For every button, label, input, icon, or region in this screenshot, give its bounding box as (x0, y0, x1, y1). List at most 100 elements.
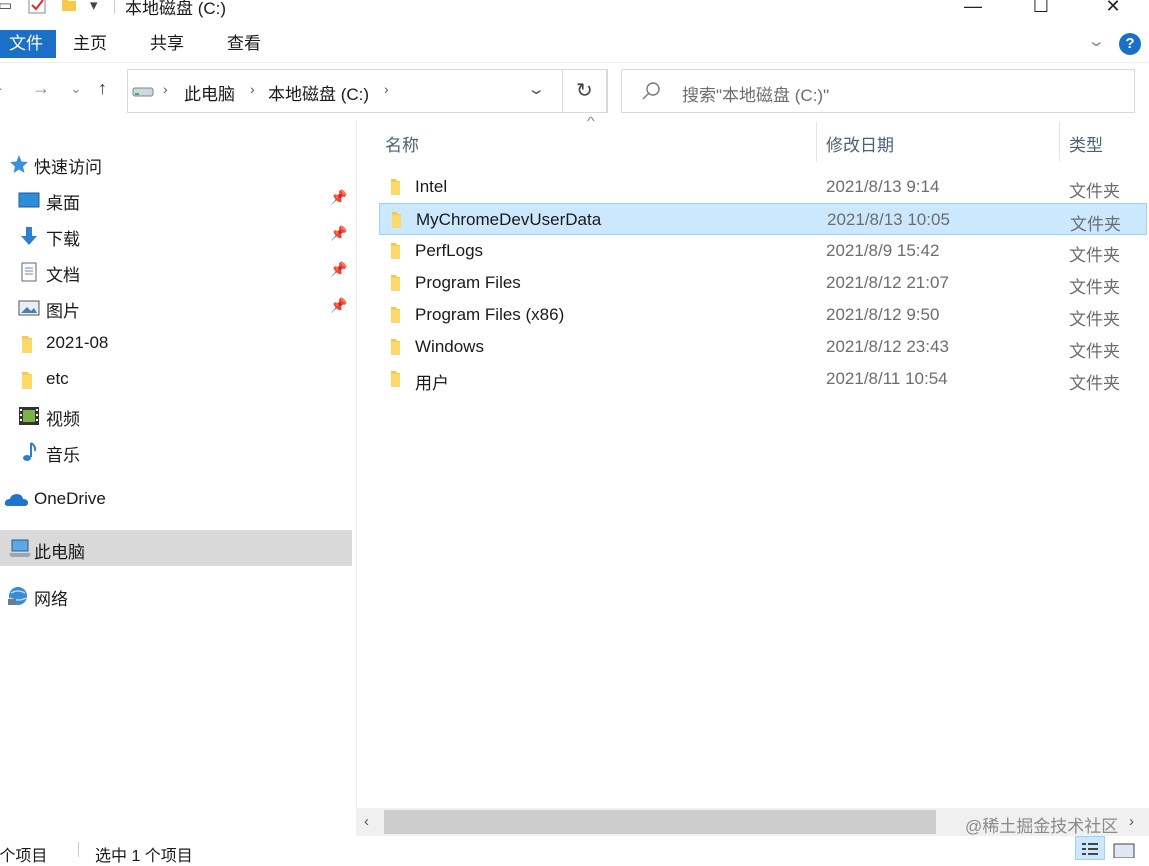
column-separator[interactable] (816, 122, 817, 162)
help-button[interactable]: ? (1119, 33, 1141, 55)
folder-icon (387, 337, 407, 357)
table-row[interactable]: Program Files 2021/8/12 21:07 文件夹 (379, 267, 1147, 299)
file-date: 2021/8/13 9:14 (826, 177, 940, 196)
table-row[interactable]: Program Files (x86) 2021/8/12 9:50 文件夹 (379, 299, 1147, 331)
title-separator (114, 0, 115, 14)
status-item-count: 7 个项目 (0, 848, 48, 865)
file-type: 文件夹 (1069, 278, 1120, 297)
customize-dropdown-icon[interactable]: ▾ (90, 0, 98, 14)
sidebar-item-downloads[interactable]: 下载 📌 (0, 219, 352, 253)
document-icon (18, 261, 40, 283)
sidebar-item-label: 视频 (46, 410, 80, 429)
forward-arrow-icon[interactable]: → (32, 78, 50, 99)
breadcrumb-chevron-icon[interactable]: › (250, 81, 255, 97)
table-row[interactable]: Windows 2021/8/12 23:43 文件夹 (379, 331, 1147, 363)
address-divider (562, 69, 563, 113)
status-divider (78, 842, 79, 857)
details-view-button[interactable] (1075, 836, 1105, 860)
cloud-icon (4, 489, 29, 511)
computer-icon (8, 537, 31, 559)
file-type: 文件夹 (1069, 342, 1120, 361)
sidebar-item-label: 此电脑 (34, 543, 85, 562)
sidebar-item-label: 文档 (46, 266, 80, 285)
sidebar-item-documents[interactable]: 文档 📌 (0, 255, 352, 289)
sidebar-item-quick-access[interactable]: 快速访问 (0, 147, 352, 181)
column-header-type[interactable]: 类型 (1069, 131, 1103, 156)
sidebar-item-network[interactable]: 网络 (0, 579, 352, 613)
table-row[interactable]: 用户 2021/8/11 10:54 文件夹 (379, 363, 1147, 395)
file-date: 2021/8/12 21:07 (826, 273, 949, 292)
table-row[interactable]: MyChromeDevUserData 2021/8/13 10:05 文件夹 (379, 203, 1147, 235)
sidebar-item-label: 下载 (46, 230, 80, 249)
sidebar-item-this-pc[interactable]: 此电脑 (0, 530, 352, 566)
pane-divider[interactable] (356, 120, 357, 837)
file-type: 文件夹 (1069, 374, 1120, 393)
sidebar-item-label: 2021-08 (46, 333, 109, 352)
pin-icon[interactable]: 📌 (330, 225, 347, 242)
up-arrow-icon[interactable]: ↑ (98, 78, 107, 99)
close-button[interactable]: ✕ (1090, 0, 1136, 20)
tab-home[interactable]: 主页 (73, 30, 107, 58)
refresh-button[interactable]: ↻ (576, 78, 593, 103)
scrollbar-thumb[interactable] (384, 810, 936, 834)
sidebar-item-etc[interactable]: etc (0, 363, 352, 397)
breadcrumb-this-pc[interactable]: 此电脑 (184, 80, 235, 105)
sidebar-item-label: 网络 (34, 590, 68, 609)
breadcrumb-chevron-icon[interactable]: › (163, 81, 168, 97)
ribbon-divider (0, 62, 1149, 63)
status-selected-count: 选中 1 个项目 (95, 848, 193, 865)
file-type: 文件夹 (1069, 246, 1120, 265)
sidebar-item-2021-08[interactable]: 2021-08 (0, 327, 352, 361)
column-header-name[interactable]: 名称 (385, 131, 419, 156)
sidebar-item-videos[interactable]: 视频 (0, 399, 352, 433)
column-header-date[interactable]: 修改日期 (826, 131, 894, 156)
breadcrumb-chevron-icon[interactable]: › (384, 81, 389, 97)
folder-icon (18, 369, 40, 391)
file-name: PerfLogs (415, 241, 484, 260)
network-icon (6, 585, 28, 607)
quick-access-icon[interactable]: ▭ (0, 0, 12, 14)
breadcrumb-local-disk[interactable]: 本地磁盘 (C:) (268, 80, 369, 105)
file-type: 文件夹 (1069, 182, 1120, 201)
details-view-icon (1082, 843, 1098, 855)
column-separator[interactable] (1059, 122, 1060, 162)
maximize-button[interactable]: ☐ (1018, 0, 1064, 20)
folder-icon[interactable] (60, 0, 78, 18)
back-arrow-icon[interactable]: ‐ (0, 78, 2, 99)
file-date: 2021/8/12 23:43 (826, 337, 949, 356)
minimize-button[interactable]: — (950, 0, 996, 20)
sidebar-item-music[interactable]: 音乐 (0, 435, 352, 469)
expand-ribbon-icon[interactable]: ⌄ (1087, 32, 1106, 50)
picture-icon (18, 297, 40, 319)
search-input[interactable]: 搜索"本地磁盘 (C:)" (682, 81, 829, 106)
tab-share[interactable]: 共享 (150, 30, 184, 58)
video-icon (18, 405, 40, 427)
file-type: 文件夹 (1070, 215, 1121, 234)
sidebar-item-label: 音乐 (46, 446, 80, 465)
table-row[interactable]: PerfLogs 2021/8/9 15:42 文件夹 (379, 235, 1147, 267)
pin-icon[interactable]: 📌 (330, 261, 347, 278)
watermark: @稀土掘金技术社区 (965, 817, 1119, 836)
folder-icon (387, 369, 407, 389)
file-type: 文件夹 (1069, 310, 1120, 329)
file-name: Intel (415, 177, 448, 196)
properties-check-icon[interactable] (28, 0, 46, 19)
folder-icon (388, 210, 408, 230)
large-icons-view-button[interactable] (1110, 836, 1140, 860)
folder-icon (387, 241, 407, 261)
sidebar-item-label: etc (46, 369, 69, 388)
scroll-left-icon[interactable]: ‹ (364, 813, 369, 830)
tab-view[interactable]: 查看 (227, 30, 261, 58)
address-history-dropdown-icon[interactable]: ⌄ (527, 80, 546, 98)
pin-icon[interactable]: 📌 (330, 297, 347, 314)
tab-file[interactable]: 文件 (0, 30, 56, 58)
recent-locations-icon[interactable]: ⌄ (70, 80, 82, 97)
download-icon (18, 225, 40, 247)
scroll-right-icon[interactable]: › (1129, 813, 1134, 830)
sidebar-item-pictures[interactable]: 图片 📌 (0, 291, 352, 325)
sidebar-item-onedrive[interactable]: OneDrive (0, 483, 352, 517)
table-row[interactable]: Intel 2021/8/13 9:14 文件夹 (379, 171, 1147, 203)
pin-icon[interactable]: 📌 (330, 189, 347, 206)
sidebar-item-desktop[interactable]: 桌面 📌 (0, 183, 352, 217)
sidebar-item-label: 图片 (46, 302, 80, 321)
